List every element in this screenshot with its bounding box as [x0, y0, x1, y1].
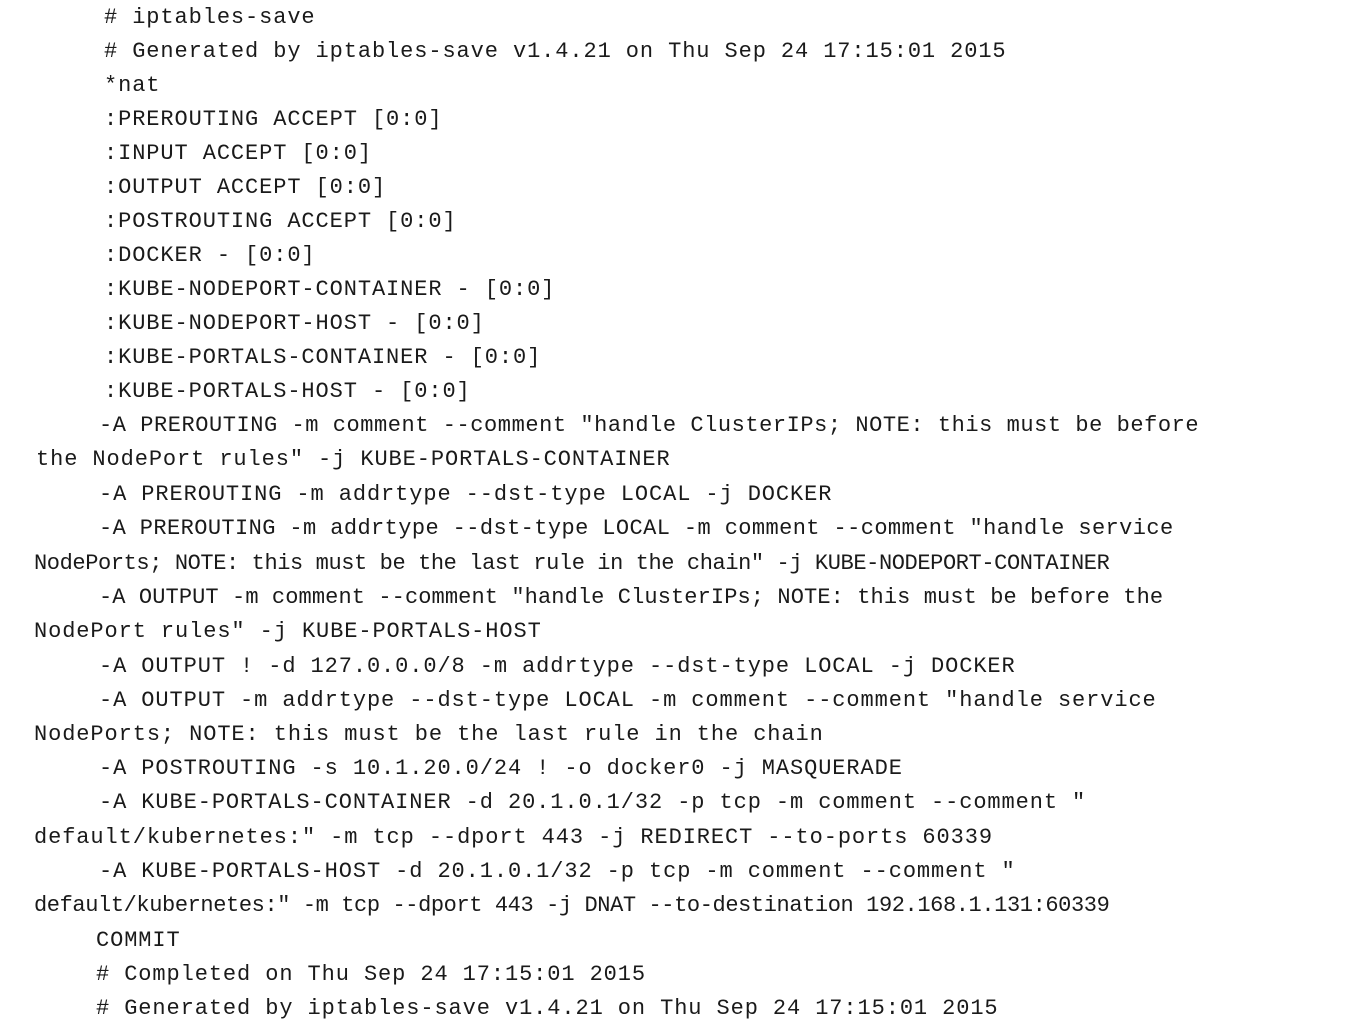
table-declaration: *nat [104, 73, 161, 98]
comment-line: # Generated by iptables-save v1.4.21 on … [104, 39, 1007, 64]
rule-line: -A OUTPUT -m comment --comment "handle C… [99, 585, 1164, 610]
commit-line: COMMIT [96, 928, 181, 953]
rule-line: -A KUBE-PORTALS-HOST -d 20.1.0.1/32 -p t… [99, 859, 1016, 884]
chain-declaration: :KUBE-NODEPORT-HOST - [0:0] [104, 311, 485, 336]
rule-continuation: NodePorts; NOTE: this must be the last r… [34, 551, 1110, 576]
chain-declaration: :PREROUTING ACCEPT [0:0] [104, 107, 443, 132]
rule-line: -A KUBE-PORTALS-CONTAINER -d 20.1.0.1/32… [99, 790, 1087, 815]
rule-continuation: default/kubernetes:" -m tcp --dport 443 … [34, 825, 993, 850]
rule-line: -A POSTROUTING -s 10.1.20.0/24 ! -o dock… [99, 756, 903, 781]
iptables-listing: # iptables-save # Generated by iptables-… [0, 0, 1354, 1028]
rule-line: -A OUTPUT -m addrtype --dst-type LOCAL -… [99, 688, 1157, 713]
chain-declaration: :DOCKER - [0:0] [104, 243, 316, 268]
rule-line: -A PREROUTING -m comment --comment "hand… [99, 413, 1200, 438]
comment-line: # Completed on Thu Sep 24 17:15:01 2015 [96, 962, 646, 987]
rule-line: -A OUTPUT ! -d 127.0.0.0/8 -m addrtype -… [99, 654, 1016, 679]
chain-declaration: :KUBE-PORTALS-CONTAINER - [0:0] [104, 345, 542, 370]
comment-line: # Generated by iptables-save v1.4.21 on … [96, 996, 999, 1021]
chain-declaration: :KUBE-PORTALS-HOST - [0:0] [104, 379, 471, 404]
rule-continuation: NodePorts; NOTE: this must be the last r… [34, 722, 824, 747]
chain-declaration: :INPUT ACCEPT [0:0] [104, 141, 372, 166]
comment-line: # iptables-save [104, 5, 316, 30]
chain-declaration: :KUBE-NODEPORT-CONTAINER - [0:0] [104, 277, 556, 302]
rule-continuation: the NodePort rules" -j KUBE-PORTALS-CONT… [36, 447, 671, 472]
rule-line: -A PREROUTING -m addrtype --dst-type LOC… [99, 516, 1174, 541]
rule-continuation: NodePort rules" -j KUBE-PORTALS-HOST [34, 619, 542, 644]
rule-line: -A PREROUTING -m addrtype --dst-type LOC… [99, 482, 833, 507]
chain-declaration: :POSTROUTING ACCEPT [0:0] [104, 209, 457, 234]
rule-continuation: default/kubernetes:" -m tcp --dport 443 … [34, 893, 1110, 918]
chain-declaration: :OUTPUT ACCEPT [0:0] [104, 175, 387, 200]
